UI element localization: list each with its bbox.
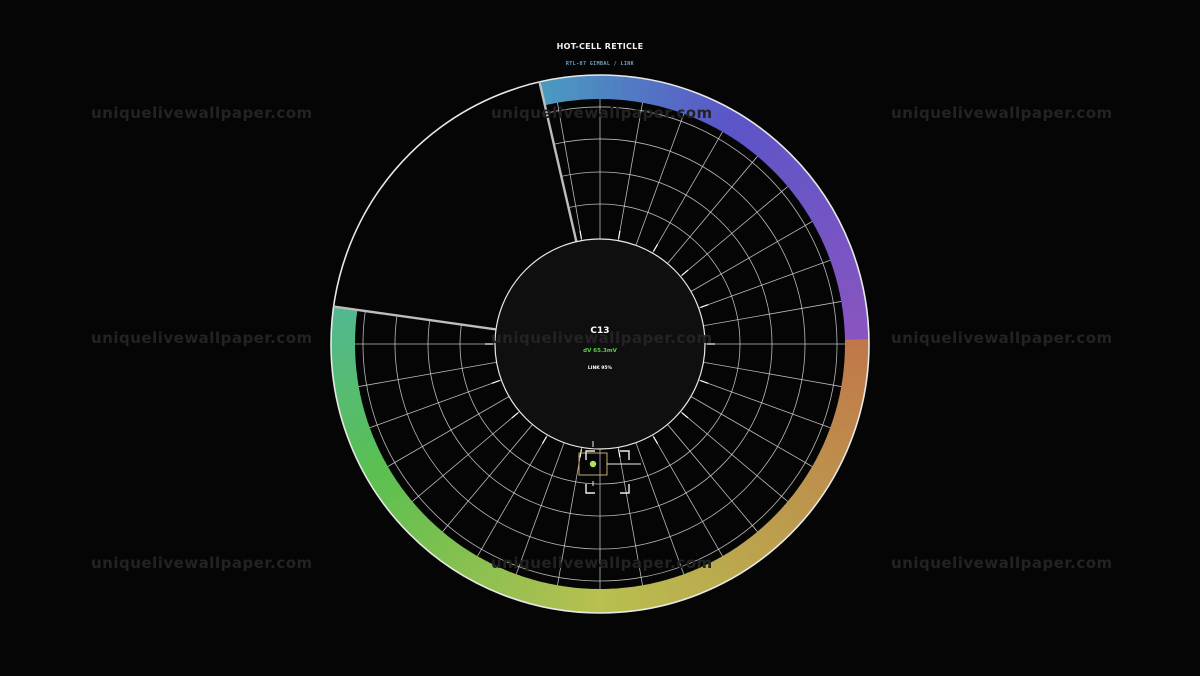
link-readout: LINK 95% — [588, 365, 613, 371]
ring-segment — [602, 588, 615, 613]
hub-tick — [652, 244, 659, 252]
hub-tick — [491, 380, 500, 384]
hub-tick — [617, 230, 621, 239]
target-bracket — [620, 450, 630, 460]
sector-edge — [333, 305, 497, 331]
hub-tick — [541, 436, 548, 444]
hub-tick — [700, 304, 709, 308]
grid-spoke — [698, 379, 831, 429]
voltage-readout: dV 65.3mV — [583, 348, 617, 354]
hub-tick — [511, 412, 519, 419]
watermark-text: uniquelivewallpaper.com — [91, 104, 313, 122]
target-dot — [589, 460, 597, 468]
grid-spoke — [617, 102, 643, 241]
watermark-text: uniquelivewallpaper.com — [891, 554, 1113, 572]
ring-segment — [331, 346, 356, 359]
target-bracket — [585, 450, 595, 460]
watermark-text: uniquelivewallpaper.com — [91, 329, 313, 347]
hub-tick — [617, 449, 621, 458]
hub-tick — [681, 269, 689, 276]
reticle-screen: HOT-CELL RETICLE RTL-07 GIMBAL / LINK C1… — [0, 0, 1200, 676]
grid-spoke — [703, 301, 842, 327]
watermark-text: uniquelivewallpaper.com — [491, 554, 713, 572]
grid-spoke — [635, 113, 685, 246]
watermark-text: uniquelivewallpaper.com — [91, 554, 313, 572]
target-bracket — [620, 484, 630, 494]
watermark-text: uniquelivewallpaper.com — [491, 104, 713, 122]
grid-spoke — [703, 361, 842, 387]
watermark-text: uniquelivewallpaper.com — [891, 329, 1113, 347]
grid-spoke — [369, 379, 502, 429]
hub-tick — [700, 380, 709, 384]
hub-tick — [579, 230, 583, 239]
grid-spoke — [698, 259, 831, 309]
watermark-text: uniquelivewallpaper.com — [491, 329, 713, 347]
ring-segment — [585, 75, 598, 100]
hub-tick — [681, 412, 689, 419]
watermark-text: uniquelivewallpaper.com — [891, 104, 1113, 122]
hub-tick — [652, 436, 659, 444]
ring-segment — [844, 329, 869, 342]
target-bracket — [585, 484, 595, 494]
grid-spoke — [358, 361, 497, 387]
